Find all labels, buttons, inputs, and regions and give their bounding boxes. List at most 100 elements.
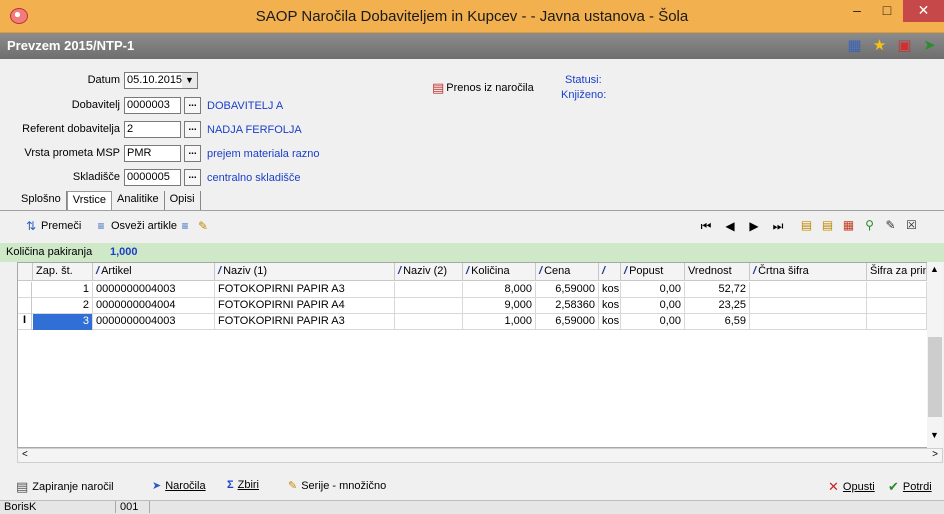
horizontal-scrollbar[interactable]: < >	[17, 448, 943, 463]
column-header-crtna[interactable]: / Črtna šifra	[750, 263, 867, 281]
row-indicator[interactable]	[18, 298, 32, 314]
cell-naziv1[interactable]: FOTOKOPIRNI PAPIR A3	[215, 314, 395, 330]
table-row[interactable]: I 3 0000000004003 FOTOKOPIRNI PAPIR A3 1…	[18, 314, 942, 330]
edit-row-icon[interactable]: ✎	[880, 217, 901, 233]
star-icon[interactable]: ★	[871, 37, 888, 54]
dobavitelj-field[interactable]: 0000003	[124, 97, 181, 114]
insert-row-icon[interactable]: ▦	[838, 217, 859, 233]
cell-sifra[interactable]	[867, 314, 927, 330]
vrsta-lookup-button[interactable]: ...	[184, 145, 201, 162]
cell-artikel[interactable]: 0000000004003	[93, 282, 215, 298]
cell-vrednost[interactable]: 23,25	[685, 298, 750, 314]
cell-zap[interactable]: 3	[33, 314, 93, 330]
pdf-icon[interactable]: ▣	[896, 37, 913, 54]
last-record-icon[interactable]: ⏭	[766, 219, 790, 234]
skladisce-field[interactable]: 0000005	[124, 169, 181, 186]
cell-crtna[interactable]	[750, 314, 867, 330]
cell-naziv1[interactable]: FOTOKOPIRNI PAPIR A3	[215, 282, 395, 298]
narocila-button[interactable]: ➤ Naročila	[152, 479, 206, 493]
first-record-icon[interactable]: ⏮	[694, 219, 718, 234]
cell-sifra[interactable]	[867, 298, 927, 314]
exit-icon[interactable]: ➤	[921, 37, 938, 54]
scroll-down-icon[interactable]: ▼	[930, 430, 939, 440]
tab-opisi[interactable]: Opisi	[165, 191, 201, 211]
column-header-enota[interactable]: /	[599, 263, 621, 281]
datum-field[interactable]: 05.10.2015 ▼	[124, 72, 198, 89]
cell-enota[interactable]: kos	[599, 314, 621, 330]
lines-grid[interactable]: Zap. št. / Artikel / Naziv (1) / Naziv (2) …	[17, 262, 943, 448]
document-icon[interactable]: ▤	[796, 217, 817, 233]
cell-naziv2[interactable]	[395, 314, 463, 330]
referent-field[interactable]: 2	[124, 121, 181, 138]
cell-kolicina[interactable]: 9,000	[463, 298, 536, 314]
tab-splosno[interactable]: Splošno	[16, 191, 67, 211]
close-button[interactable]: ✕	[903, 0, 944, 22]
referent-lookup-button[interactable]: ...	[184, 121, 201, 138]
search-icon[interactable]: ⚲	[859, 217, 880, 233]
vertical-scrollbar[interactable]: ▲ ▼	[927, 262, 943, 448]
vrsta-field[interactable]: PMR	[124, 145, 181, 162]
column-header-popust[interactable]: / Popust	[621, 263, 685, 281]
column-header-kolicina[interactable]: / Količina	[463, 263, 536, 281]
cell-artikel[interactable]: 0000000004003	[93, 314, 215, 330]
column-header-vrednost[interactable]: Vrednost	[685, 263, 750, 281]
zbiri-button[interactable]: Σ Zbiri	[227, 479, 259, 491]
chevron-down-icon[interactable]: ▼	[182, 73, 197, 88]
column-header-naziv2[interactable]: / Naziv (2)	[395, 263, 463, 281]
column-header-sifra[interactable]: Šifra za prime	[867, 263, 927, 281]
cell-sifra[interactable]	[867, 282, 927, 298]
dobavitelj-lookup-button[interactable]: ...	[184, 97, 201, 114]
previous-record-icon[interactable]: ◀	[718, 219, 742, 234]
cell-naziv2[interactable]	[395, 298, 463, 314]
tab-analitike[interactable]: Analitike	[112, 191, 165, 211]
scroll-right-icon[interactable]: >	[932, 449, 938, 460]
column-header-naziv1[interactable]: / Naziv (1)	[215, 263, 395, 281]
prenos-button[interactable]: ▤ Prenos iz naročila	[432, 80, 534, 96]
copy-document-icon[interactable]: ▤	[817, 217, 838, 233]
multi-edit-button[interactable]: ✎	[196, 219, 210, 233]
cell-naziv2[interactable]	[395, 282, 463, 298]
premeci-button[interactable]: ⇅ Premeči	[24, 219, 81, 233]
zapiranje-narocil-button[interactable]: ▤ Zapiranje naročil	[16, 479, 114, 495]
scroll-up-icon[interactable]: ▲	[930, 264, 939, 274]
delete-row-icon[interactable]: ☒	[901, 217, 922, 233]
column-header-zap[interactable]: Zap. št.	[33, 263, 93, 281]
cell-vrednost[interactable]: 6,59	[685, 314, 750, 330]
text-cursor-icon[interactable]: I	[18, 314, 32, 330]
next-record-icon[interactable]: ▶	[742, 219, 766, 234]
cell-cena[interactable]: 2,58360	[536, 298, 599, 314]
serije-mnozicno-button[interactable]: ✎ Serije - množično	[288, 479, 386, 493]
row-indicator[interactable]	[18, 282, 32, 298]
opusti-button[interactable]: ✕ Opusti	[828, 479, 875, 495]
cell-artikel[interactable]: 0000000004004	[93, 298, 215, 314]
tree-icon[interactable]: ▦	[846, 37, 863, 54]
cell-naziv1[interactable]: FOTOKOPIRNI PAPIR A4	[215, 298, 395, 314]
cell-enota[interactable]: kos	[599, 298, 621, 314]
cell-kolicina[interactable]: 1,000	[463, 314, 536, 330]
cell-zap[interactable]: 2	[33, 298, 93, 314]
column-header-artikel[interactable]: / Artikel	[93, 263, 215, 281]
cell-popust[interactable]: 0,00	[621, 314, 685, 330]
cell-enota[interactable]: kos	[599, 282, 621, 298]
edit-list-button[interactable]: ≡	[178, 219, 192, 233]
cell-popust[interactable]: 0,00	[621, 282, 685, 298]
column-header-cena[interactable]: / Cena	[536, 263, 599, 281]
table-row[interactable]: 2 0000000004004 FOTOKOPIRNI PAPIR A4 9,0…	[18, 298, 942, 314]
maximize-button[interactable]: □	[872, 0, 902, 22]
table-row[interactable]: 1 0000000004003 FOTOKOPIRNI PAPIR A3 8,0…	[18, 282, 942, 298]
osvezi-artikle-button[interactable]: ≡ Osveži artikle	[94, 219, 177, 233]
cell-cena[interactable]: 6,59000	[536, 282, 599, 298]
scroll-left-icon[interactable]: <	[22, 449, 28, 460]
cell-zap[interactable]: 1	[33, 282, 93, 298]
cell-popust[interactable]: 0,00	[621, 298, 685, 314]
cell-vrednost[interactable]: 52,72	[685, 282, 750, 298]
skladisce-lookup-button[interactable]: ...	[184, 169, 201, 186]
cell-cena[interactable]: 6,59000	[536, 314, 599, 330]
minimize-button[interactable]: –	[842, 0, 872, 22]
cell-kolicina[interactable]: 8,000	[463, 282, 536, 298]
cell-crtna[interactable]	[750, 282, 867, 298]
potrdi-button[interactable]: ✔ Potrdi	[888, 479, 932, 495]
scrollbar-thumb[interactable]	[928, 337, 942, 417]
cell-crtna[interactable]	[750, 298, 867, 314]
tab-vrstice[interactable]: Vrstice	[66, 191, 112, 211]
